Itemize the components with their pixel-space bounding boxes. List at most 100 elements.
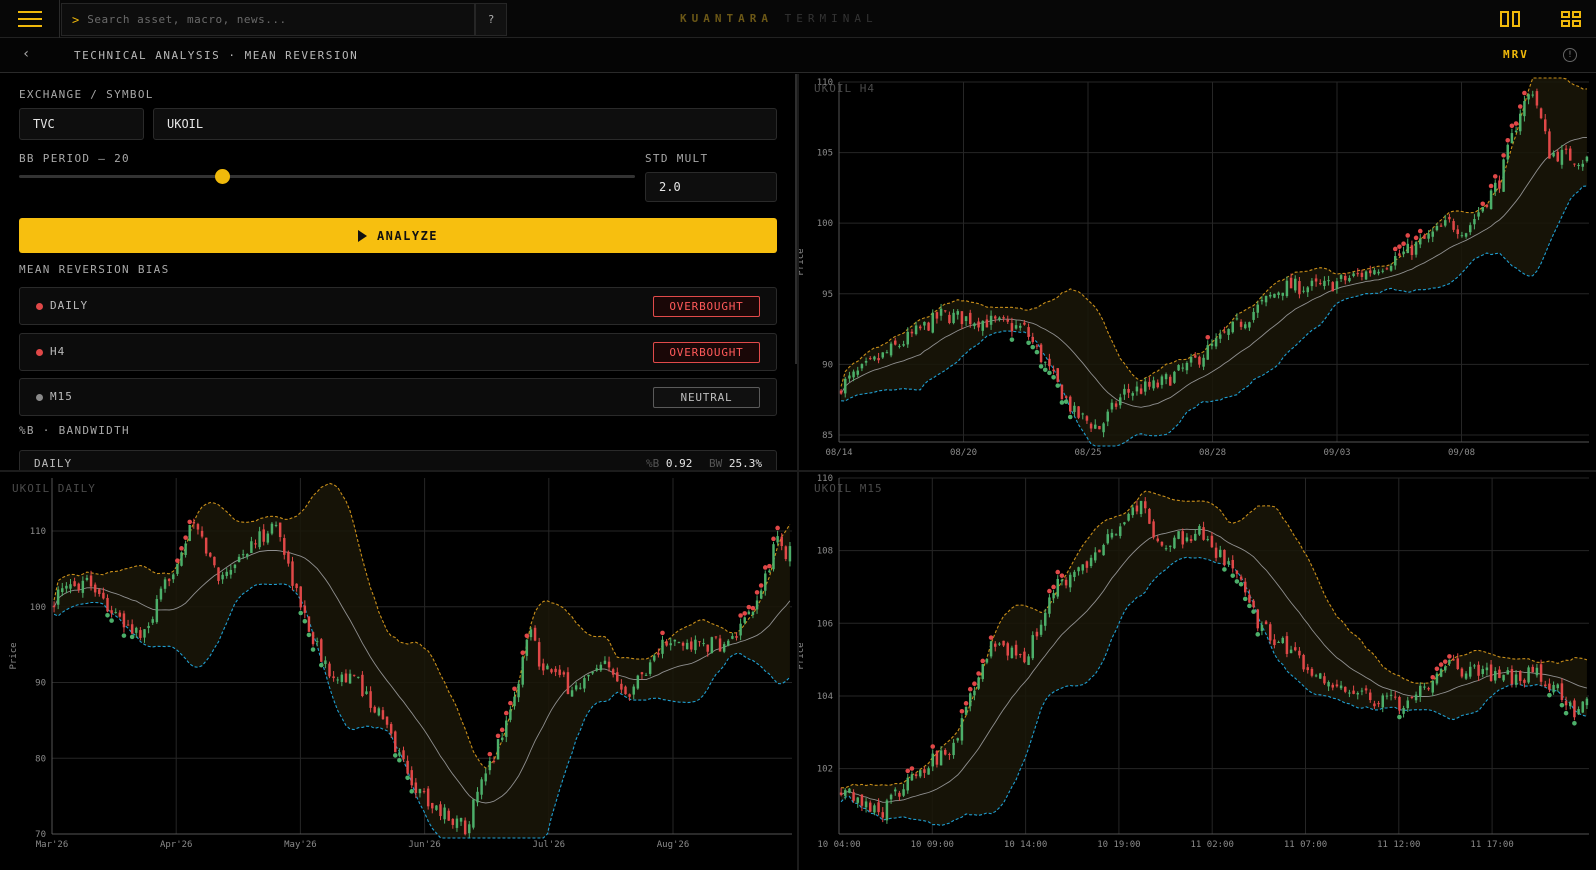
candle-body	[1448, 659, 1451, 664]
sub-header: ‹ TECHNICAL ANALYSIS · MEAN REVERSION MR…	[0, 38, 1596, 73]
std-mult-input[interactable]	[645, 172, 777, 202]
candle-body	[1077, 567, 1080, 572]
h4-candlestick-chart[interactable]: 85909510010511008/14 08/20 08/25 08/28 09/03…	[799, 74, 1596, 470]
candle-body	[931, 753, 934, 767]
mode-badge[interactable]: MRV	[1503, 48, 1529, 61]
candle-body	[114, 612, 117, 614]
candle-body	[764, 573, 767, 591]
symbol-input[interactable]	[153, 108, 777, 140]
candle-body	[200, 530, 204, 537]
candle-body	[977, 677, 980, 689]
overbought-marker	[1392, 246, 1398, 252]
candle-body	[998, 317, 1001, 320]
band-fill	[54, 483, 790, 838]
bb-period-label: BB PERIOD — 20	[19, 152, 130, 165]
bias-row-daily[interactable]: DAILY OVERBOUGHT	[19, 287, 777, 325]
candle-body	[694, 639, 697, 651]
bias-row-h4[interactable]: H4 OVERBOUGHT	[19, 333, 777, 371]
candle-body	[151, 619, 154, 623]
oversold-marker	[397, 757, 402, 763]
search-box[interactable]: >	[61, 3, 475, 36]
candle-body	[784, 546, 788, 560]
x-tick-label: Aug'26	[657, 840, 690, 850]
candle	[122, 610, 126, 633]
candle-body	[1444, 666, 1447, 671]
bb-period-slider-thumb[interactable]	[215, 169, 231, 184]
menu-button[interactable]	[0, 0, 60, 38]
candle-body	[898, 345, 901, 347]
daily-candlestick-chart[interactable]: 70 80 90 100 110 Mar'26 Apr'26 May'26 Jun'26 Jul'…	[0, 472, 797, 870]
candle-body	[1348, 277, 1351, 282]
oversold-marker	[1559, 702, 1565, 708]
candle-body	[1027, 327, 1030, 337]
m15-candlestick-chart[interactable]: 10210410610811010 04:00 10 09:00 10 14:00 1…	[799, 472, 1596, 870]
candle-body	[1181, 367, 1184, 369]
oversold-marker	[1047, 370, 1052, 376]
candle-body	[1423, 235, 1426, 239]
candle-body	[714, 636, 718, 638]
candle-body	[1577, 164, 1580, 167]
candle	[509, 706, 512, 723]
percent-b-key: %B	[646, 457, 660, 470]
overbought-marker	[508, 700, 513, 706]
status-dot-icon	[36, 303, 43, 310]
y-tick-label: 80	[35, 754, 46, 764]
candle-body	[981, 320, 984, 331]
overbought-marker	[1492, 174, 1498, 179]
candle	[927, 321, 930, 332]
candle-body	[1269, 294, 1272, 297]
x-tick-label: Jun'26	[408, 840, 441, 850]
chart-pane-m15[interactable]: UKOIL M15 102 104 106 108 110 10 04:00 10 09:0…	[799, 472, 1596, 870]
candle-body	[352, 674, 356, 676]
candle-body	[311, 632, 315, 645]
info-icon[interactable]: !	[1563, 48, 1577, 62]
candle-body	[1489, 190, 1493, 209]
overbought-marker	[1522, 90, 1527, 96]
back-button[interactable]: ‹	[22, 46, 30, 62]
bias-row-m15[interactable]: M15 NEUTRAL	[19, 378, 777, 416]
candle-body	[348, 673, 352, 684]
candle-body	[270, 523, 274, 534]
oversold-marker	[1255, 632, 1261, 637]
chart-pane-h4[interactable]: UKOIL H4 85 90 95 100 105 110 08/14 08/20 08/25 0…	[799, 74, 1596, 470]
candle-body	[673, 639, 677, 642]
candle-body	[1523, 679, 1526, 683]
chart-pane-daily[interactable]: UKOIL DAILY 70 80 90 100 110 Mar'26 Apr'26 May'…	[0, 472, 797, 870]
candle-body	[1573, 700, 1576, 718]
oversold-marker	[302, 618, 308, 624]
candle	[155, 595, 159, 624]
candle-body	[1264, 621, 1268, 625]
candle-body	[1456, 229, 1459, 235]
candle-body	[480, 779, 483, 795]
candle	[1148, 507, 1151, 525]
bb-period-slider[interactable]	[19, 175, 635, 178]
overbought-marker	[1488, 183, 1494, 189]
exchange-input[interactable]	[19, 108, 144, 140]
help-button[interactable]: ?	[475, 3, 507, 36]
candle-body	[1223, 331, 1226, 333]
brand-primary: KUANTARA	[680, 12, 773, 25]
analyze-button[interactable]: ANALYZE	[19, 218, 777, 253]
candle-body	[599, 664, 603, 671]
candle	[710, 636, 714, 654]
candle-body	[611, 669, 615, 675]
candle-body	[848, 375, 851, 379]
candle	[1152, 519, 1155, 540]
candle-body	[1019, 654, 1022, 656]
candle-body	[1031, 635, 1034, 659]
candle	[394, 730, 397, 753]
x-tick-label: Jul'26	[533, 840, 566, 850]
candle-body	[1089, 557, 1093, 567]
overbought-marker	[499, 727, 505, 733]
overbought-marker	[1501, 153, 1506, 158]
candle-body	[1460, 668, 1464, 677]
candle-body	[1414, 242, 1418, 255]
candle-body	[1564, 701, 1568, 706]
candle-body	[1356, 273, 1359, 275]
search-input[interactable]	[87, 13, 448, 26]
candle-body	[1248, 594, 1251, 603]
candle-body	[517, 683, 520, 698]
grid-layout-icon[interactable]	[1561, 11, 1581, 27]
split-layout-icon[interactable]	[1500, 11, 1520, 27]
candle-body	[274, 524, 278, 526]
